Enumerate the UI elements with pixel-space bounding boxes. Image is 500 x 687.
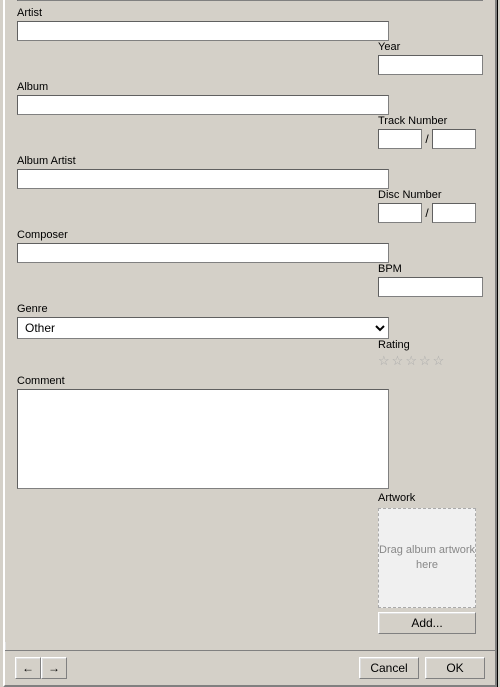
artist-input[interactable]	[17, 21, 389, 41]
content-area: Title Artist Year Album Track Number	[5, 0, 495, 642]
track-number-label: Track Number	[378, 115, 483, 127]
rating-stars: ☆ ☆ ☆ ☆ ☆	[378, 353, 483, 369]
comment-col: Comment	[17, 375, 389, 492]
add-artwork-button[interactable]: Add...	[378, 612, 476, 634]
next-button[interactable]: →	[41, 657, 67, 679]
artwork-drop-zone[interactable]: Drag album artwork here	[378, 508, 476, 608]
album-artist-label: Album Artist	[17, 155, 389, 167]
artist-year-row: Artist Year	[17, 7, 483, 75]
disc-slash: /	[422, 203, 432, 223]
track-slash: /	[422, 129, 432, 149]
album-col: Album	[17, 81, 389, 115]
track-number-input2[interactable]	[432, 129, 476, 149]
metadata-editor-window: Metadata Editor ✕ Title Artist Year Albu…	[3, 0, 497, 687]
comment-label: Comment	[17, 375, 389, 387]
albumartist-disc-row: Album Artist Disc Number /	[17, 155, 483, 223]
track-number-input1[interactable]	[378, 129, 422, 149]
ok-button[interactable]: OK	[425, 657, 485, 679]
genre-rating-row: Genre Other Rock Pop Jazz Classical Hip-…	[17, 303, 483, 369]
disc-pair: /	[378, 203, 483, 223]
year-label: Year	[378, 41, 483, 53]
composer-col: Composer	[17, 229, 389, 263]
genre-select[interactable]: Other Rock Pop Jazz Classical Hip-Hop	[17, 317, 389, 339]
composer-bpm-row: Composer BPM	[17, 229, 483, 297]
genre-label: Genre	[17, 303, 389, 315]
disc-number-label: Disc Number	[378, 189, 483, 201]
track-col: Track Number /	[378, 115, 483, 149]
rating-col: Rating ☆ ☆ ☆ ☆ ☆	[378, 339, 483, 369]
artwork-col: Artwork Drag album artwork here Add...	[378, 492, 483, 634]
artwork-label: Artwork	[378, 492, 483, 504]
rating-label: Rating	[378, 339, 483, 351]
prev-button[interactable]: ←	[15, 657, 41, 679]
album-label: Album	[17, 81, 389, 93]
genre-col: Genre Other Rock Pop Jazz Classical Hip-…	[17, 303, 389, 339]
album-artist-input[interactable]	[17, 169, 389, 189]
disc-col: Disc Number /	[378, 189, 483, 223]
bpm-input[interactable]	[378, 277, 483, 297]
star-1[interactable]: ☆	[378, 353, 390, 369]
album-artist-col: Album Artist	[17, 155, 389, 189]
composer-input[interactable]	[17, 243, 389, 263]
bpm-col: BPM	[378, 263, 483, 297]
star-3[interactable]: ☆	[405, 353, 417, 369]
star-5[interactable]: ☆	[433, 353, 445, 369]
comment-artwork-row: Comment Artwork Drag album artwork here …	[17, 375, 483, 634]
action-buttons: Cancel OK	[359, 657, 485, 679]
disc-number-input1[interactable]	[378, 203, 422, 223]
artist-label: Artist	[17, 7, 389, 19]
album-track-row: Album Track Number /	[17, 81, 483, 149]
composer-label: Composer	[17, 229, 389, 241]
comment-textarea[interactable]	[17, 389, 389, 489]
star-4[interactable]: ☆	[419, 353, 431, 369]
track-pair: /	[378, 129, 483, 149]
nav-buttons: ← →	[15, 657, 67, 679]
year-input[interactable]	[378, 55, 483, 75]
year-col: Year	[378, 41, 483, 75]
disc-number-input2[interactable]	[432, 203, 476, 223]
artist-col: Artist	[17, 7, 389, 41]
album-input[interactable]	[17, 95, 389, 115]
cancel-button[interactable]: Cancel	[359, 657, 419, 679]
title-input[interactable]	[17, 0, 483, 1]
bottom-bar: ← → Cancel OK	[5, 650, 495, 685]
bpm-label: BPM	[378, 263, 483, 275]
star-2[interactable]: ☆	[392, 353, 404, 369]
